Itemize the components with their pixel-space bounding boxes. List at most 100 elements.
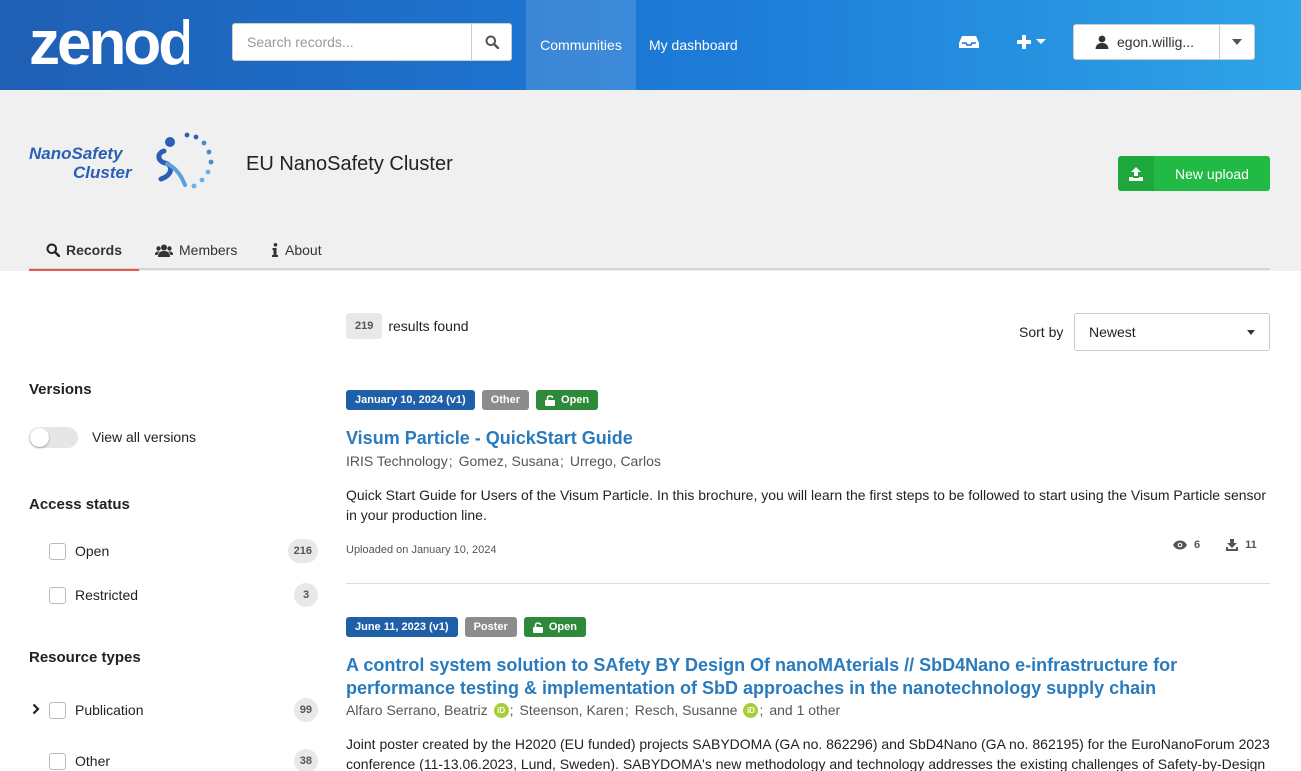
- resource-types-facet-title: Resource types: [29, 649, 141, 666]
- search-icon: [485, 35, 499, 49]
- facet-checkbox[interactable]: [49, 702, 66, 719]
- top-navbar: zenodo Communities My dashboard e: [0, 0, 1301, 90]
- results-count-badge: 219: [346, 313, 383, 339]
- publication-date-badge: June 11, 2023 (v1): [346, 617, 458, 637]
- author[interactable]: Alfaro Serrano, Beatriz: [346, 702, 488, 718]
- users-icon: [155, 244, 173, 257]
- user-menu[interactable]: egon.willig...: [1073, 24, 1255, 60]
- access-badge-label: Open: [561, 394, 590, 406]
- svg-text:NanoSafety: NanoSafety: [29, 144, 124, 163]
- record-labels: June 11, 2023 (v1) Poster Open: [346, 617, 586, 637]
- record-title-line: performance testing & implementation of …: [346, 678, 1157, 698]
- access-badge: Open: [523, 617, 586, 637]
- plus-icon: [1017, 35, 1031, 49]
- search-button[interactable]: [471, 23, 512, 61]
- orcid-icon[interactable]: iD: [493, 702, 509, 718]
- record-uploaded-date: Uploaded on January 10, 2024: [346, 544, 497, 556]
- facet-count: 216: [287, 539, 318, 563]
- access-badge: Open: [536, 390, 599, 410]
- info-icon: [272, 243, 278, 257]
- community-tabs: Records Members About: [29, 230, 1270, 271]
- author[interactable]: Gomez, Susana: [459, 453, 559, 469]
- all-versions-toggle[interactable]: [29, 427, 78, 448]
- facet-item-restricted[interactable]: Restricted 3: [29, 583, 318, 607]
- record-labels: January 10, 2024 (v1) Other Open: [346, 390, 599, 410]
- record-title[interactable]: A control system solution to SAfety BY D…: [346, 654, 1246, 700]
- author[interactable]: IRIS Technology: [346, 453, 448, 469]
- new-upload-label: New upload: [1175, 165, 1249, 182]
- author[interactable]: Steenson, Karen: [520, 702, 624, 718]
- record-stats: 6 11: [1173, 539, 1257, 551]
- search-icon: [46, 243, 60, 257]
- versions-facet-title: Versions: [29, 381, 92, 398]
- author[interactable]: Urrego, Carlos: [570, 453, 661, 469]
- user-button[interactable]: egon.willig...: [1074, 25, 1220, 59]
- unlock-icon: [532, 621, 543, 633]
- tab-label: Members: [179, 242, 238, 258]
- zenodo-logo[interactable]: zenodo: [29, 10, 189, 68]
- caret-down-icon: [1247, 330, 1255, 335]
- unlock-icon: [545, 394, 556, 406]
- user-menu-toggle[interactable]: [1220, 25, 1254, 59]
- sort-by-label: Sort by: [1019, 324, 1064, 340]
- record-description-line: Joint poster created by the H2020 (EU fu…: [346, 736, 1270, 752]
- community-title: EU NanoSafety Cluster: [246, 153, 453, 175]
- user-icon: [1095, 35, 1109, 49]
- facet-checkbox[interactable]: [49, 543, 66, 560]
- nav-my-dashboard[interactable]: My dashboard: [649, 0, 738, 90]
- inbox-icon[interactable]: [958, 32, 980, 52]
- tab-label: About: [285, 242, 322, 258]
- facet-label: Other: [75, 753, 111, 769]
- results-count: 219 results found: [346, 313, 469, 339]
- results-count-text: results found: [388, 318, 469, 334]
- eye-icon: [1173, 540, 1187, 550]
- record-description: Joint poster created by the H2020 (EU fu…: [346, 734, 1272, 771]
- facet-checkbox[interactable]: [49, 753, 66, 770]
- facet-item-publication[interactable]: Publication 99: [29, 698, 318, 722]
- new-upload-button[interactable]: New upload: [1118, 156, 1270, 191]
- access-badge-label: Open: [548, 621, 577, 633]
- tab-records[interactable]: Records: [29, 230, 139, 271]
- nav-communities[interactable]: Communities: [526, 0, 636, 90]
- record-title[interactable]: Visum Particle - QuickStart Guide: [346, 427, 1246, 450]
- views-count: 6: [1194, 539, 1201, 551]
- resource-type-badge: Poster: [464, 617, 517, 637]
- facet-label: Restricted: [75, 587, 139, 603]
- facet-item-other[interactable]: Other 38: [29, 749, 318, 771]
- access-status-facet-title: Access status: [29, 496, 130, 513]
- download-icon: [1226, 539, 1239, 551]
- more-authors: and 1 other: [769, 702, 841, 718]
- author[interactable]: Resch, Susanne: [635, 702, 738, 718]
- downloads-count: 11: [1245, 539, 1257, 551]
- create-menu[interactable]: [1017, 31, 1047, 53]
- facet-checkbox[interactable]: [49, 587, 66, 604]
- upload-icon: [1129, 166, 1143, 181]
- orcid-icon[interactable]: iD: [743, 702, 759, 718]
- facet-item-open[interactable]: Open 216: [29, 539, 318, 563]
- facet-count: 99: [293, 698, 318, 722]
- facet-count: 3: [294, 583, 318, 607]
- tab-label: Records: [65, 241, 123, 258]
- chevron-right-icon[interactable]: [32, 703, 40, 715]
- svg-text:Cluster: Cluster: [73, 163, 133, 182]
- publication-date-badge: January 10, 2024 (v1): [346, 390, 475, 410]
- all-versions-label: View all versions: [92, 429, 197, 445]
- caret-down-icon: [1036, 39, 1046, 44]
- user-name: egon.willig...: [1117, 34, 1195, 50]
- tab-about[interactable]: About: [271, 230, 322, 270]
- community-logo: NanoSafety Cluster: [29, 132, 214, 189]
- tab-members[interactable]: Members: [155, 230, 237, 270]
- record-authors: Alfaro Serrano, Beatriz iD; Steenson, Ka…: [346, 702, 841, 718]
- search-input[interactable]: [232, 23, 471, 61]
- sort-select[interactable]: Newest: [1074, 313, 1270, 351]
- caret-down-icon: [1232, 39, 1242, 45]
- record-description-line: conference (11-13.06.2023, Lund, Sweden)…: [346, 756, 1266, 771]
- resource-type-badge: Other: [481, 390, 530, 410]
- facet-label: Open: [75, 543, 110, 559]
- search-bar: [232, 23, 512, 61]
- sort-select-value: Newest: [1089, 324, 1136, 340]
- facet-label: Publication: [75, 702, 144, 718]
- record-authors: IRIS Technology; Gomez, Susana; Urrego, …: [346, 453, 661, 469]
- svg-text:zenodo: zenodo: [29, 10, 189, 68]
- record-divider: [346, 583, 1270, 584]
